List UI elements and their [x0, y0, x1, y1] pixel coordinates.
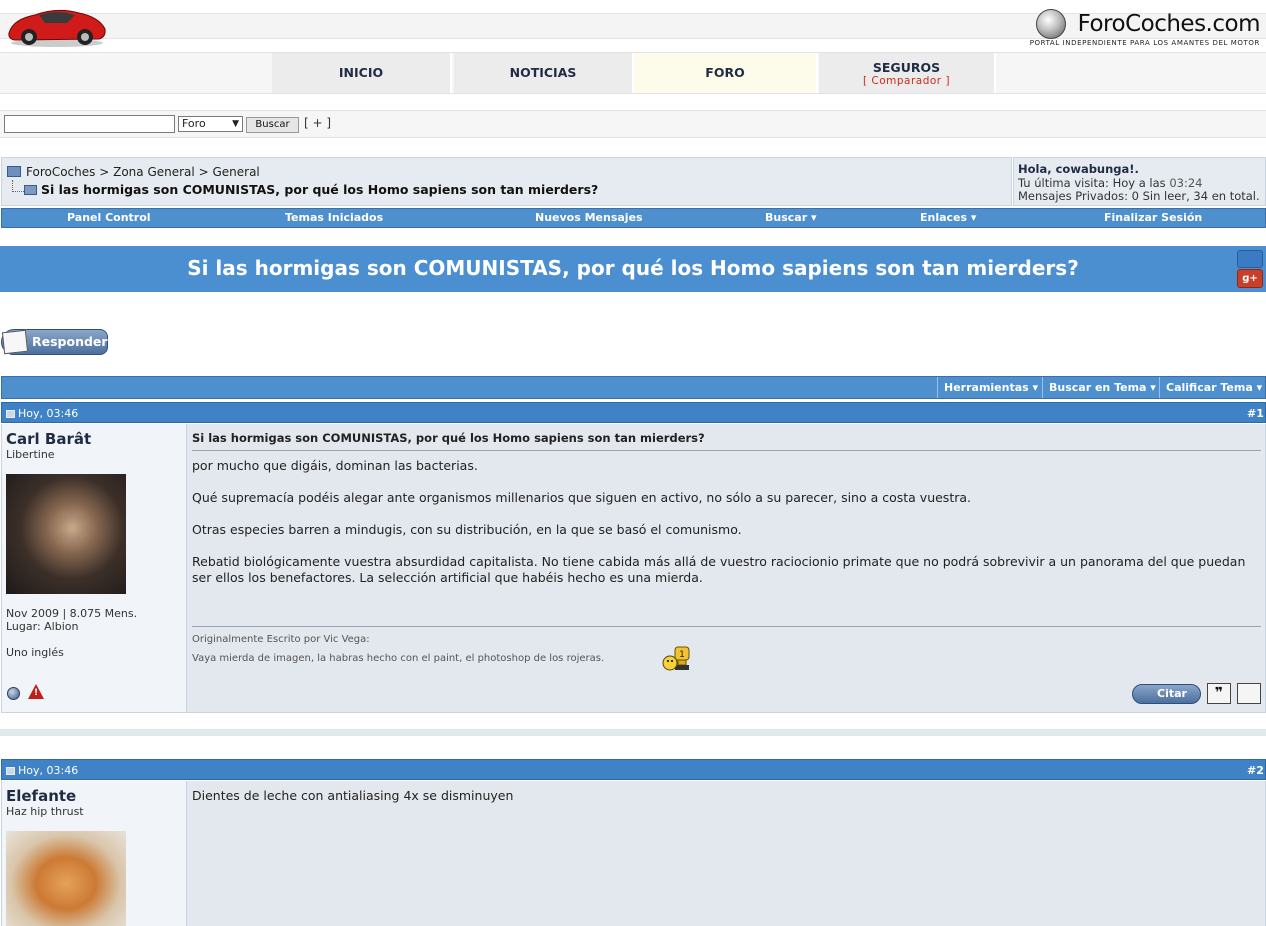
folder-icon — [24, 185, 37, 195]
quote-button[interactable]: Citar — [1132, 684, 1201, 704]
private-messages-link[interactable]: Mensajes Privados: 0 Sin leer, 34 en tot… — [1018, 189, 1260, 203]
seguros-comparador-link[interactable]: [ Comparador ] — [819, 75, 994, 87]
post-subject: Si las hormigas son COMUNISTAS, por qué … — [192, 431, 705, 445]
warning-exclamation-icon: ! — [34, 688, 39, 698]
divider — [192, 450, 1261, 451]
breadcrumb: ForoCoches > Zona General > General — [26, 165, 260, 179]
trophy-smiley-icon: 1 — [662, 646, 690, 671]
thread-title: Si las hormigas son COMUNISTAS, por qué … — [187, 256, 1079, 280]
avatar[interactable] — [6, 831, 126, 926]
menu-enlaces[interactable]: Enlaces ▾ — [920, 211, 976, 224]
post-header — [1, 402, 1266, 423]
nav-tab-inicio[interactable]: INICIO — [272, 53, 452, 93]
breadcrumb-current-thread: Si las hormigas son COMUNISTAS, por qué … — [41, 182, 599, 197]
signature-text: Vaya mierda de imagen, la habras hecho c… — [192, 653, 605, 664]
post-icon — [6, 767, 15, 775]
menu-finalizar-sesion[interactable]: Finalizar Sesión — [1104, 211, 1202, 224]
breadcrumb-general[interactable]: General — [212, 165, 259, 179]
svg-text:1: 1 — [679, 650, 685, 660]
forocoches-logo[interactable]: ForoCoches.com PORTAL INDEPENDIENTE PARA… — [1020, 7, 1261, 49]
notepad-icon — [1, 329, 29, 355]
post-author-title: Haz hip thrust — [6, 805, 84, 818]
brand-name: ForoCoches.com — [1077, 11, 1261, 37]
post-header — [1, 759, 1266, 780]
quick-reply-icon[interactable] — [1237, 683, 1261, 704]
post-author-name[interactable]: Elefante — [6, 787, 76, 805]
last-visit: Tu última visita: Hoy a las 03:24 — [1018, 176, 1203, 190]
post-author-title: Libertine — [6, 448, 55, 461]
menu-nuevos-mensajes[interactable]: Nuevos Mensajes — [535, 211, 643, 224]
breadcrumb-zona-general[interactable]: Zona General — [113, 165, 195, 179]
tree-connector-icon — [12, 180, 24, 192]
chevron-down-icon: ▼ — [232, 119, 239, 129]
advanced-search-link[interactable]: [ + ] — [304, 116, 331, 130]
menu-temas-iniciados[interactable]: Temas Iniciados — [285, 211, 383, 224]
post-paragraph: Otras especies barren a mindugis, con su… — [192, 522, 742, 537]
post-paragraph: Qué supremacía podéis alegar ante organi… — [192, 490, 971, 505]
post-date: Hoy, 03:46 — [6, 764, 78, 777]
forum-home-icon[interactable] — [7, 166, 21, 177]
author-extra: Uno inglés — [6, 646, 64, 659]
post-separator — [0, 729, 1266, 736]
multiquote-icon[interactable]: ❞ — [1207, 683, 1231, 704]
author-location: Lugar: Albion — [6, 620, 79, 633]
online-status-icon — [7, 687, 20, 700]
search-scope-select[interactable]: Foro ▼ — [178, 116, 243, 132]
menu-buscar[interactable]: Buscar ▾ — [765, 211, 816, 224]
menu-panel-control[interactable]: Panel Control — [67, 211, 151, 224]
google-plus-icon[interactable]: g+ — [1237, 269, 1263, 288]
brand-tagline: PORTAL INDEPENDIENTE PARA LOS AMANTES DE… — [1029, 39, 1260, 47]
tools-calificar-tema[interactable]: Calificar Tema ▾ — [1159, 377, 1266, 398]
signature-quote-author: Originalmente Escrito por Vic Vega: — [192, 634, 370, 645]
search-button[interactable]: Buscar — [246, 117, 299, 133]
post-date: Hoy, 03:46 — [6, 407, 78, 420]
tools-buscar-en-tema[interactable]: Buscar en Tema ▾ — [1042, 377, 1162, 398]
logo-emblem-icon — [1036, 9, 1066, 39]
nav-tab-seguros[interactable]: SEGUROS[ Comparador ] — [819, 53, 996, 93]
tools-herramientas[interactable]: Herramientas ▾ — [937, 377, 1044, 398]
post-paragraph: Rebatid biológicamente vuestra absurdida… — [192, 554, 1246, 585]
search-input[interactable] — [4, 115, 175, 133]
breadcrumb-forocoches[interactable]: ForoCoches — [26, 165, 95, 179]
post-number-link[interactable]: #2 — [1247, 764, 1264, 777]
post-author-name[interactable]: Carl Barât — [6, 430, 91, 448]
post-paragraph: Dientes de leche con antialiasing 4x se … — [192, 788, 514, 803]
signature-divider — [192, 626, 1261, 627]
nav-tab-noticias[interactable]: NOTICIAS — [454, 53, 634, 93]
share-social-icon[interactable] — [1237, 250, 1263, 268]
post-icon — [6, 410, 15, 418]
post-paragraph: por mucho que digáis, dominan las bacter… — [192, 458, 478, 473]
nav-tab-foro[interactable]: FORO — [634, 53, 818, 93]
author-join-info: Nov 2009 | 8.075 Mens. — [6, 607, 138, 620]
avatar[interactable] — [6, 474, 126, 594]
user-greeting[interactable]: Hola, cowabunga!. — [1018, 162, 1139, 176]
car-logo-icon[interactable] — [5, 3, 108, 49]
post-number-link[interactable]: #1 — [1247, 407, 1264, 420]
